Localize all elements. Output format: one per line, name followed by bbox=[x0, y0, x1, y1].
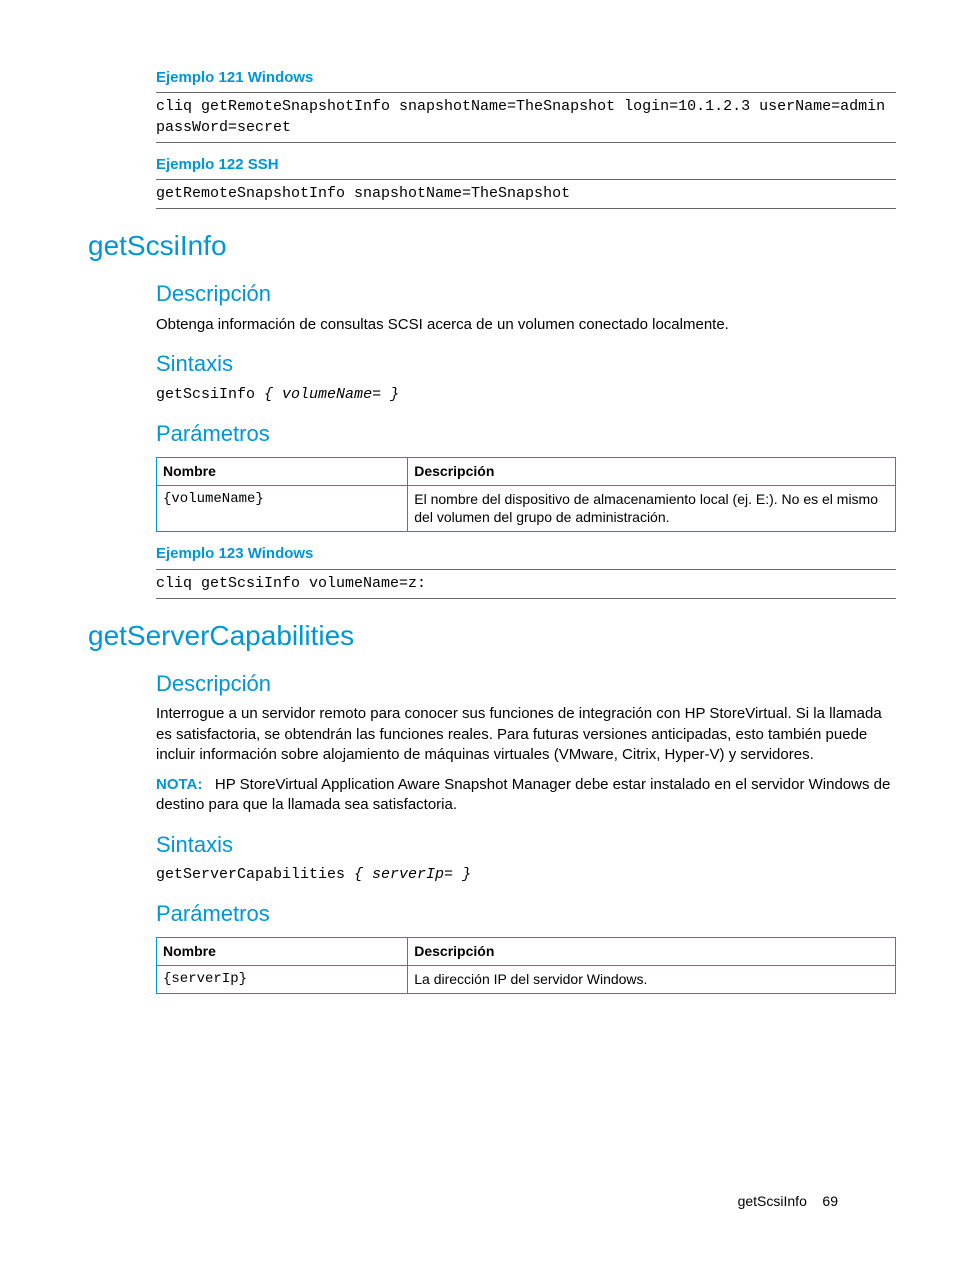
table-header-row: Nombre Descripción bbox=[157, 938, 896, 966]
table-row: {serverIp} La dirección IP del servidor … bbox=[157, 966, 896, 994]
syntax-param: { serverIp= } bbox=[354, 866, 471, 883]
gsc-desc-text: Interrogue a un servidor remoto para con… bbox=[156, 704, 896, 765]
page-footer: getScsiInfo 69 bbox=[738, 1192, 838, 1211]
example-121-block: Ejemplo 121 Windows cliq getRemoteSnapsh… bbox=[156, 68, 896, 209]
table-row: {volumeName} El nombre del dispositivo d… bbox=[157, 485, 896, 532]
example-121-code: cliq getRemoteSnapshotInfo snapshotName=… bbox=[156, 92, 896, 143]
example-122-code: getRemoteSnapshotInfo snapshotName=TheSn… bbox=[156, 179, 896, 209]
gsc-params-table: Nombre Descripción {serverIp} La direcci… bbox=[156, 937, 896, 994]
syntax-param: { volumeName= } bbox=[264, 386, 399, 403]
cell-desc: El nombre del dispositivo de almacenamie… bbox=[408, 485, 896, 532]
col-name: Nombre bbox=[157, 938, 408, 966]
gsc-syntax-line: getServerCapabilities { serverIp= } bbox=[156, 865, 896, 885]
col-name: Nombre bbox=[157, 457, 408, 485]
section-getscsiinfo-title: getScsiInfo bbox=[88, 227, 896, 265]
gsc-nota: NOTA: HP StoreVirtual Application Aware … bbox=[156, 775, 896, 816]
section-getservercapabilities-title: getServerCapabilities bbox=[88, 617, 896, 655]
gsc-syntax-heading: Sintaxis bbox=[156, 830, 896, 860]
footer-section: getScsiInfo bbox=[738, 1193, 807, 1209]
footer-page-number: 69 bbox=[822, 1193, 838, 1209]
col-desc: Descripción bbox=[408, 457, 896, 485]
cell-desc: La dirección IP del servidor Windows. bbox=[408, 966, 896, 994]
example-123-code: cliq getScsiInfo volumeName=z: bbox=[156, 569, 896, 599]
getscsiinfo-params-table: Nombre Descripción {volumeName} El nombr… bbox=[156, 457, 896, 533]
getscsiinfo-body: Descripción Obtenga información de consu… bbox=[156, 279, 896, 599]
document-page: Ejemplo 121 Windows cliq getRemoteSnapsh… bbox=[88, 68, 896, 1253]
getscsiinfo-syntax-heading: Sintaxis bbox=[156, 349, 896, 379]
example-122-title: Ejemplo 122 SSH bbox=[156, 155, 896, 175]
gsc-params-heading: Parámetros bbox=[156, 899, 896, 929]
gsc-desc-heading: Descripción bbox=[156, 669, 896, 699]
getscsiinfo-desc-text: Obtenga información de consultas SCSI ac… bbox=[156, 315, 896, 335]
example-121-title: Ejemplo 121 Windows bbox=[156, 68, 896, 88]
nota-label: NOTA: bbox=[156, 776, 202, 793]
col-desc: Descripción bbox=[408, 938, 896, 966]
getscsiinfo-syntax-line: getScsiInfo { volumeName= } bbox=[156, 385, 896, 405]
table-header-row: Nombre Descripción bbox=[157, 457, 896, 485]
cell-name: {serverIp} bbox=[157, 966, 408, 994]
getscsiinfo-params-heading: Parámetros bbox=[156, 419, 896, 449]
cell-name: {volumeName} bbox=[157, 485, 408, 532]
getscsiinfo-desc-heading: Descripción bbox=[156, 279, 896, 309]
syntax-cmd: getScsiInfo bbox=[156, 386, 255, 403]
syntax-cmd: getServerCapabilities bbox=[156, 866, 345, 883]
nota-text: HP StoreVirtual Application Aware Snapsh… bbox=[156, 776, 890, 813]
getservercapabilities-body: Descripción Interrogue a un servidor rem… bbox=[156, 669, 896, 994]
example-123-title: Ejemplo 123 Windows bbox=[156, 544, 896, 564]
